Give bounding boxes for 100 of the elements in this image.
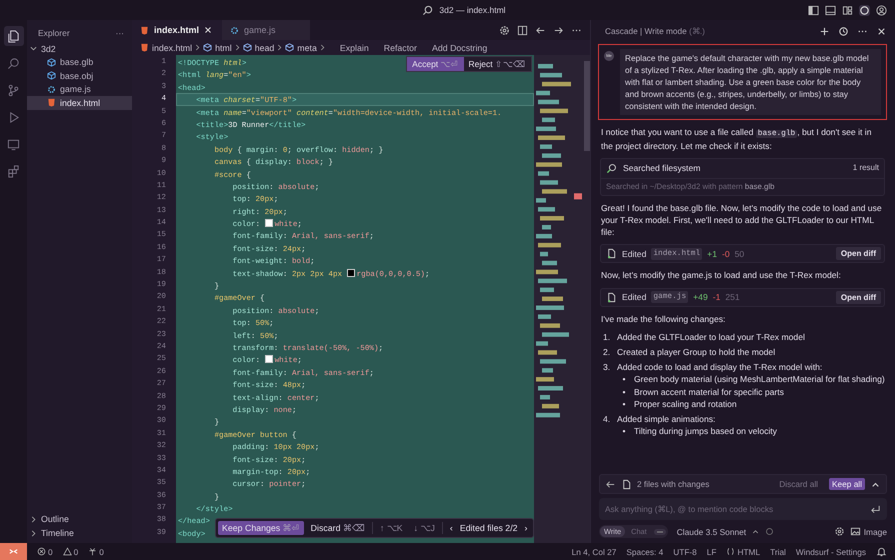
section-header[interactable]: Timeline: [27, 526, 132, 540]
status-item[interactable]: Trial: [770, 546, 786, 556]
file-icon: [621, 478, 632, 490]
sidebar-toggle-icon[interactable]: [808, 4, 819, 16]
settings-icon[interactable]: [499, 24, 510, 36]
cube-icon: [203, 43, 212, 52]
editor-tab[interactable]: game.js: [222, 20, 310, 40]
edited-files-label: Edited files 2/2: [460, 523, 518, 533]
list-item-text: Green body material (using MeshLambertMaterial for flat shading): [634, 373, 885, 386]
code-action-link[interactable]: Refactor: [384, 42, 417, 52]
search-icon: [606, 163, 617, 174]
explorer-title: Explorer: [38, 28, 70, 38]
chevron-icon: [234, 44, 240, 51]
layout-icon[interactable]: [842, 4, 853, 16]
accept-button[interactable]: Accept ⌥⏎: [407, 57, 464, 71]
window-title: 3d2 — index.html: [439, 5, 506, 15]
panel-title: Cascade | Write mode (⌘.): [605, 26, 705, 36]
warning-icon: [62, 547, 72, 556]
html-file-icon: [47, 98, 56, 108]
forward-arrow-icon[interactable]: [553, 24, 564, 36]
chevron-icon: [30, 45, 37, 52]
braces-icon: [726, 547, 736, 556]
settings-icon[interactable]: [834, 526, 845, 537]
code-action-link[interactable]: Explain: [340, 42, 369, 52]
bell-icon[interactable]: [876, 546, 887, 557]
next-file-button[interactable]: ›: [520, 521, 532, 535]
breadcrumb-item[interactable]: meta: [285, 42, 317, 52]
list-item-text: Added the GLTFLoader to load your T-Rex model: [617, 330, 805, 344]
open-diff-button[interactable]: Open diff: [836, 290, 881, 304]
file-item[interactable]: base.glb: [27, 56, 132, 69]
antenna-icon: [88, 547, 98, 556]
status-item[interactable]: Windsurf - Settings: [796, 546, 866, 556]
warnings-status[interactable]: 0: [62, 546, 78, 556]
activity-bar-item[interactable]: [4, 26, 24, 46]
assistant-paragraph: Now, let's modify the game.js to load and use the T-Rex model:: [601, 269, 842, 282]
breadcrumb-item[interactable]: head: [242, 42, 274, 52]
remote-button[interactable]: [0, 543, 27, 560]
tool-title: Searched filesystem: [623, 162, 700, 175]
minimap-drawing[interactable]: [534, 55, 584, 543]
back-arrow-icon[interactable]: [605, 478, 616, 490]
file-item[interactable]: game.js: [27, 82, 132, 96]
folder-item[interactable]: 3d2: [27, 42, 132, 56]
more-actions[interactable]: ···: [116, 28, 124, 38]
keep-all-button[interactable]: Keep all: [829, 478, 865, 490]
previous-file-button[interactable]: ‹: [446, 521, 457, 535]
image-icon: [850, 526, 861, 537]
cube-icon: [47, 71, 56, 80]
result-count: 1 result: [852, 162, 879, 174]
discard-button[interactable]: Discard ⌘⌫: [306, 521, 369, 535]
back-arrow-icon[interactable]: [535, 24, 546, 36]
breadcrumb-item[interactable]: index.html: [140, 42, 192, 52]
account-icon[interactable]: [876, 4, 887, 16]
next-change-button[interactable]: ↓ ⌥J: [410, 521, 439, 535]
panel-toggle-icon[interactable]: [825, 4, 836, 16]
chat-panel-icon[interactable]: [859, 4, 870, 16]
enter-icon[interactable]: [870, 504, 881, 515]
bullet: •: [621, 386, 626, 398]
discard-all-button[interactable]: Discard all: [773, 478, 824, 490]
previous-change-button[interactable]: ↑ ⌥K: [376, 521, 407, 535]
toggle-icon[interactable]: [652, 528, 667, 536]
ports-status[interactable]: 0: [88, 546, 104, 556]
search-icon[interactable]: [422, 4, 434, 16]
image-button[interactable]: Image: [850, 526, 887, 537]
section-header[interactable]: Outline: [27, 512, 132, 526]
chat-input-field[interactable]: Ask anything (⌘L), @ to mention code blocks: [599, 498, 887, 520]
edited-label: Edited: [622, 291, 646, 304]
list-item-text: Added simple animations:: [617, 413, 716, 426]
status-item[interactable]: Spaces: 4: [626, 546, 664, 556]
chevron-icon: [277, 44, 282, 51]
open-diff-button[interactable]: Open diff: [836, 247, 881, 260]
file-item[interactable]: index.html: [27, 96, 132, 110]
scrollbar-thumb[interactable]: [584, 61, 590, 151]
cube-icon: [285, 43, 294, 52]
status-item[interactable]: LF: [706, 546, 716, 556]
list-item-text: Brown accent material for specific parts: [634, 386, 784, 398]
close-icon[interactable]: [876, 26, 887, 36]
model-selector[interactable]: Claude 3.5 Sonnet: [676, 526, 746, 536]
list-item-text: Tilting during jumps based on velocity: [634, 425, 777, 438]
status-item[interactable]: Ln 4, Col 27: [572, 546, 616, 556]
code-action-link[interactable]: Add Docstring: [432, 42, 488, 52]
split-editor-icon[interactable]: [517, 24, 528, 36]
file-item[interactable]: base.obj: [27, 69, 132, 82]
chevron-icon: [320, 44, 325, 51]
breadcrumb-item[interactable]: html: [203, 42, 232, 52]
search-icon: [7, 56, 20, 70]
history-icon[interactable]: [838, 26, 849, 36]
errors-status[interactable]: 0: [37, 546, 53, 556]
language-status[interactable]: HTML: [726, 546, 760, 556]
branch-icon: [7, 84, 20, 96]
added-count: +1: [707, 248, 717, 260]
status-item[interactable]: UTF-8: [673, 546, 697, 556]
list-number: 1.: [603, 330, 612, 344]
list-number: 3.: [603, 361, 612, 374]
line-count: 251: [725, 291, 740, 304]
keep-changes-button[interactable]: Keep Changes ⌘⏎: [218, 521, 304, 535]
close-icon[interactable]: [204, 26, 212, 34]
added-count: +49: [693, 291, 708, 304]
plus-icon[interactable]: [819, 26, 830, 36]
monitor-icon: [7, 138, 20, 150]
editor-tab[interactable]: index.html: [132, 20, 222, 40]
